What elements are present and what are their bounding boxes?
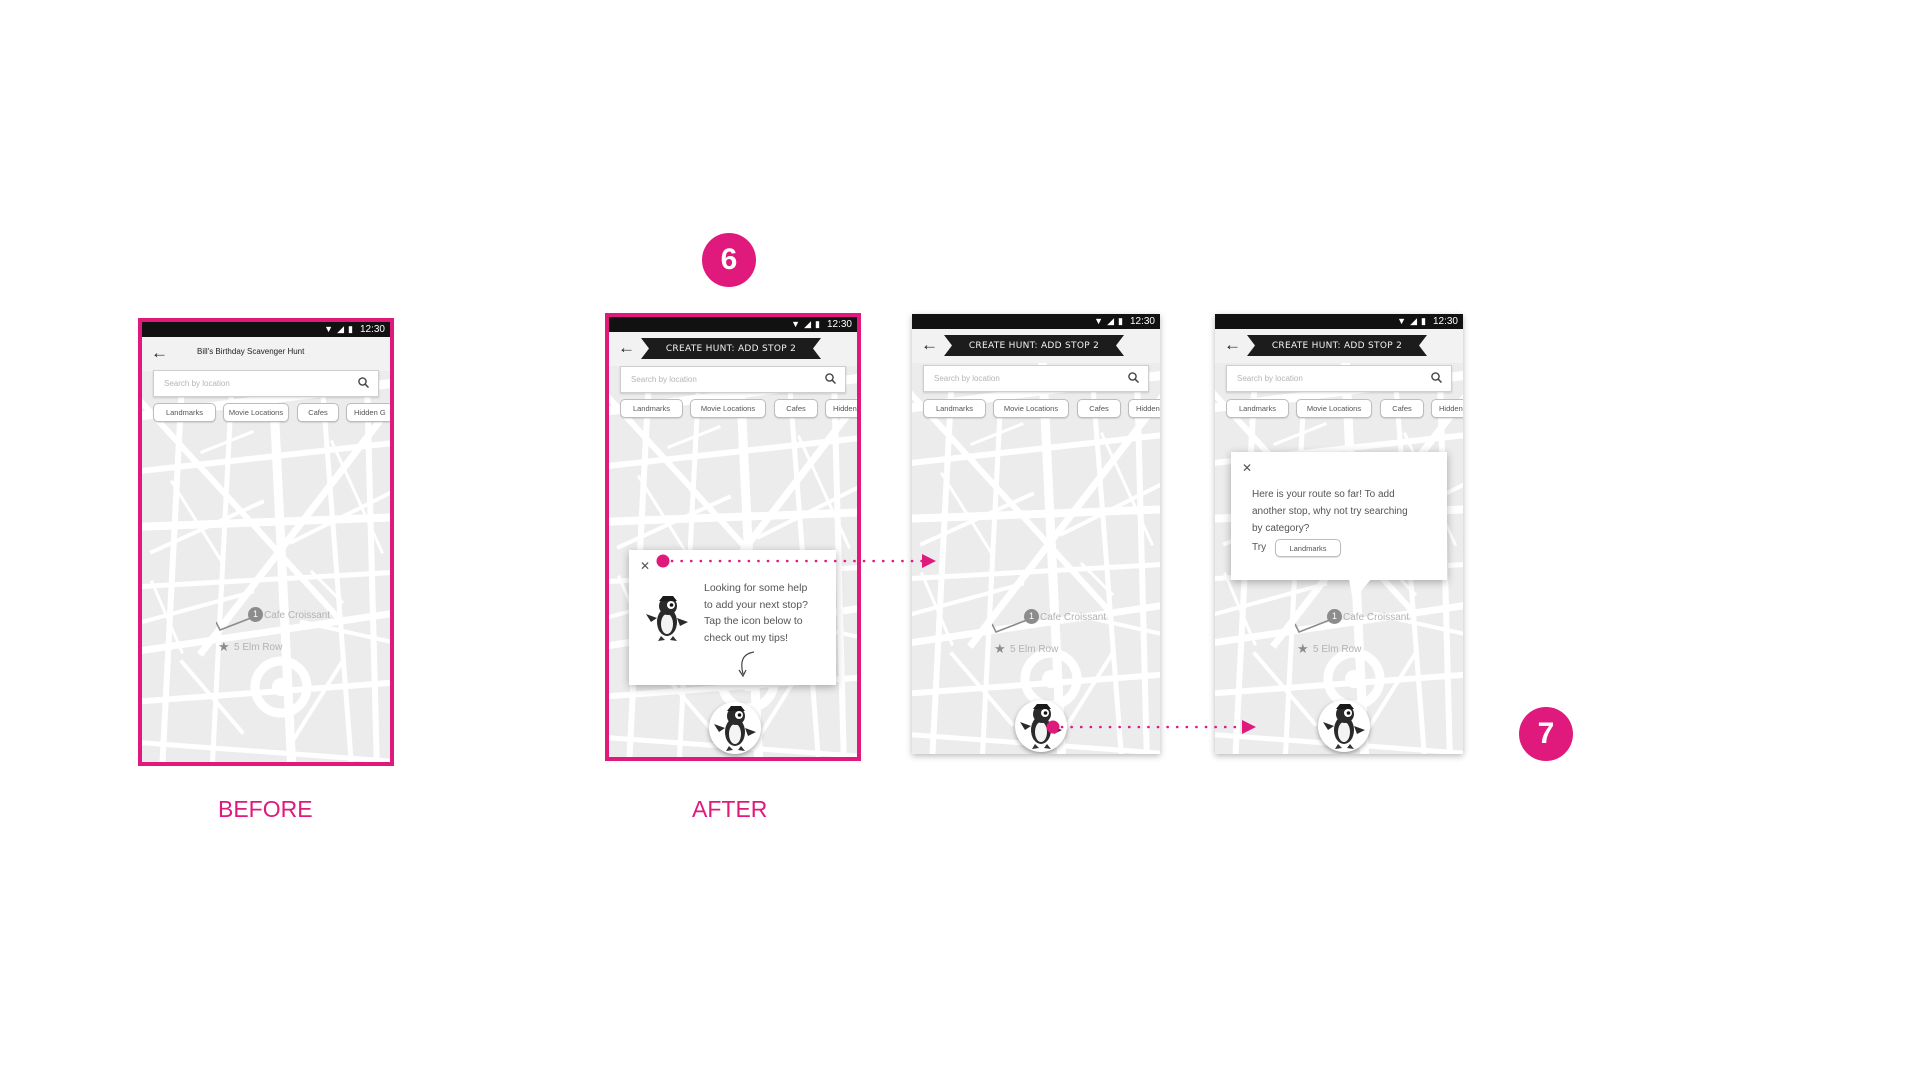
connector-fab-to-screen-3 (1046, 720, 1256, 734)
connector-help-to-screen-2 (656, 554, 936, 568)
flow-connectors (656, 554, 1256, 734)
